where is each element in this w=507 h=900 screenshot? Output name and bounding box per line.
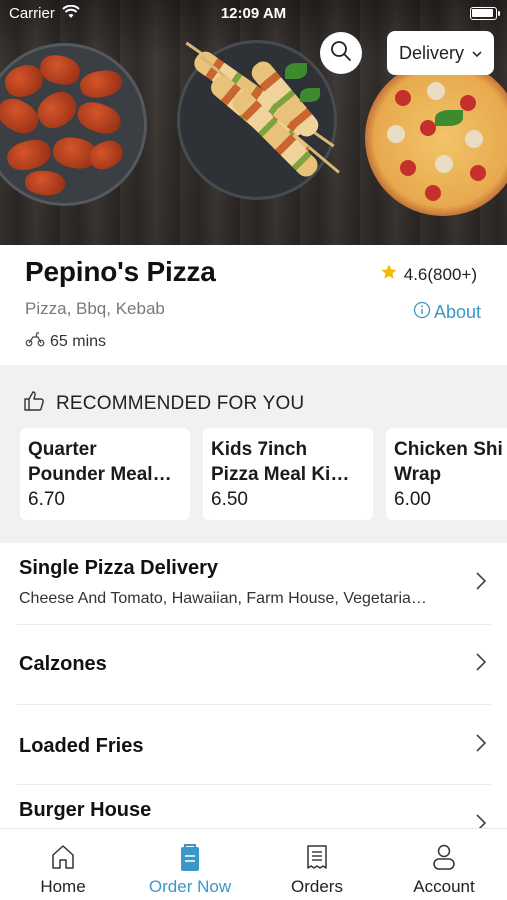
search-button[interactable] <box>320 32 362 74</box>
chevron-right-icon <box>475 733 487 758</box>
thumbs-up-icon <box>22 389 56 419</box>
recommended-item-price: 6.50 <box>211 489 248 510</box>
category-title: Calzones <box>19 653 107 675</box>
tab-label: Account <box>413 877 475 896</box>
restaurant-info: Pepino's Pizza 4.6(800+) Pizza, Bbq, Keb… <box>0 245 507 365</box>
clock: 12:09 AM <box>220 5 287 22</box>
about-label: About <box>433 302 481 322</box>
battery-icon <box>470 7 500 20</box>
rating-value: 4.6(800+) <box>403 264 477 284</box>
receipt-icon <box>254 843 380 873</box>
chicken-wings-image <box>0 43 147 206</box>
info-icon <box>413 301 434 324</box>
person-icon <box>381 843 507 873</box>
category-row-calzones[interactable]: Calzones <box>0 625 507 703</box>
star-icon <box>380 263 404 286</box>
cuisine-tags: Pizza, Bbq, Kebab <box>25 299 165 318</box>
recommended-item[interactable]: Kids 7inch Pizza Meal Ki… 6.50 <box>203 428 373 520</box>
recommended-item-name: Kids 7inch Pizza Meal Ki… <box>211 439 350 485</box>
tab-home[interactable]: Home <box>0 829 126 900</box>
status-bar: Carrier 12:09 AM <box>0 0 507 28</box>
recommended-item-name: Chicken Shi Wrap <box>394 439 503 485</box>
recommended-item[interactable]: Quarter Pounder Meal… 6.70 <box>20 428 190 520</box>
kebab-skewers-image <box>177 40 340 200</box>
recommended-header: RECOMMENDED FOR YOU <box>22 389 304 419</box>
chevron-down-icon <box>470 45 484 66</box>
category-row-loaded-fries[interactable]: Loaded Fries <box>0 705 507 783</box>
order-bag-icon <box>127 843 253 873</box>
delivery-mode-label: Delivery <box>399 42 465 63</box>
search-icon <box>330 40 352 67</box>
tab-account[interactable]: Account <box>381 829 507 900</box>
restaurant-name: Pepino's Pizza <box>25 256 216 287</box>
chevron-right-icon <box>475 571 487 596</box>
scooter-icon <box>25 331 50 352</box>
category-row-single-pizza-delivery[interactable]: Single Pizza Delivery Cheese And Tomato,… <box>0 543 507 623</box>
pizza-image <box>365 60 507 216</box>
category-title: Loaded Fries <box>19 735 144 757</box>
chevron-right-icon <box>475 652 487 677</box>
delivery-mode-dropdown[interactable]: Delivery <box>387 31 494 75</box>
bottom-tab-bar: Home Order Now Orders Account <box>0 828 507 900</box>
recommended-item-name: Quarter Pounder Meal… <box>28 439 172 485</box>
tab-orders[interactable]: Orders <box>254 829 380 900</box>
delivery-time: 65 mins <box>25 331 106 352</box>
tab-label: Home <box>40 877 86 896</box>
category-row-burger-house[interactable]: Burger House <box>0 785 507 832</box>
recommended-item-price: 6.70 <box>28 489 65 510</box>
recommended-heading: RECOMMENDED FOR YOU <box>56 393 305 414</box>
recommended-section: RECOMMENDED FOR YOU Quarter Pounder Meal… <box>0 365 507 543</box>
category-title: Single Pizza Delivery <box>19 557 218 579</box>
recommended-item-price: 6.00 <box>394 489 431 510</box>
tab-label: Order Now <box>148 877 232 896</box>
home-icon <box>0 843 126 873</box>
tab-label: Orders <box>291 877 343 896</box>
rating: 4.6(800+) <box>380 263 477 286</box>
tab-order-now[interactable]: Order Now <box>127 829 253 900</box>
category-subtitle: Cheese And Tomato, Hawaiian, Farm House,… <box>19 590 427 607</box>
delivery-time-value: 65 mins <box>50 332 107 350</box>
category-title: Burger House <box>19 799 152 821</box>
recommended-item[interactable]: Chicken Shi Wrap 6.00 <box>386 428 507 520</box>
about-link[interactable]: About <box>413 301 481 324</box>
